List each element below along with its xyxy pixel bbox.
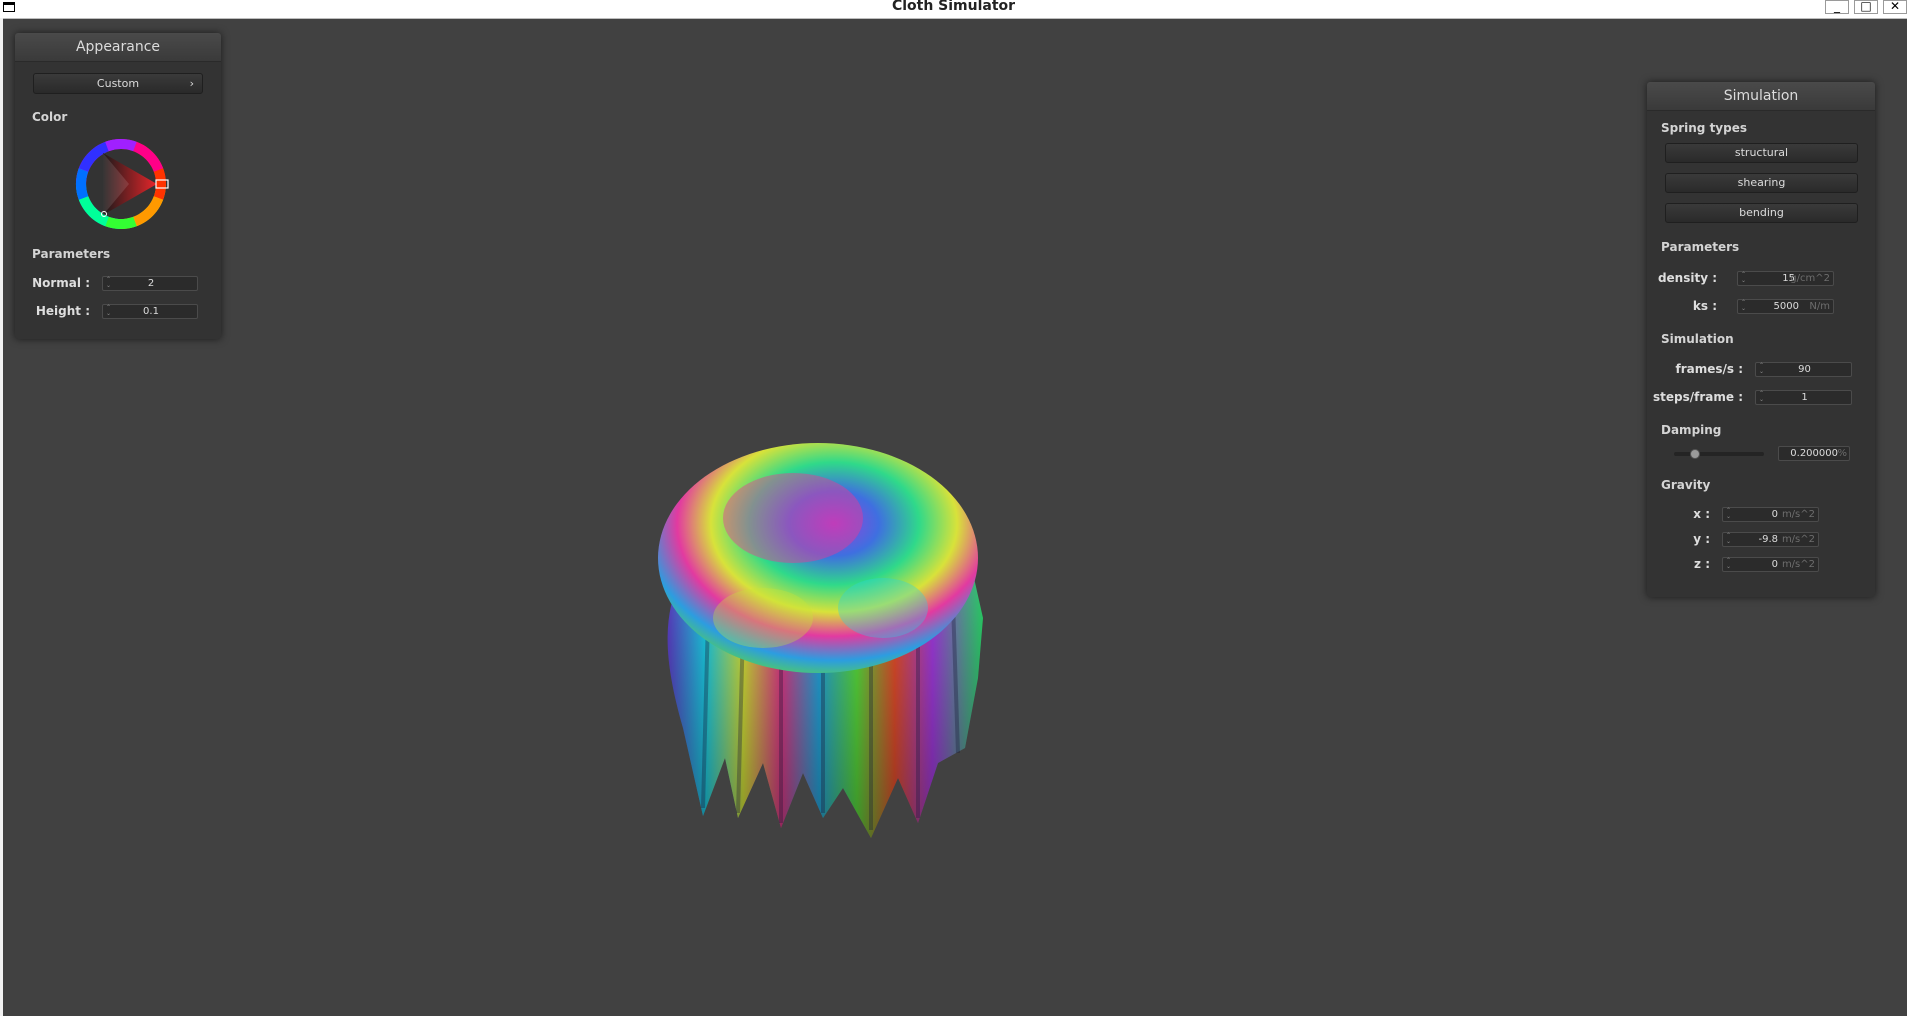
maximize-button[interactable]: □ — [1854, 0, 1878, 14]
height-label: Height : — [35, 304, 90, 318]
normal-input[interactable]: ⌃ ⌄ 2 — [102, 276, 198, 291]
structural-spring-button[interactable]: structural — [1665, 143, 1858, 163]
shearing-spring-button[interactable]: shearing — [1665, 173, 1858, 193]
gravity-section-label: Gravity — [1661, 478, 1711, 492]
gravity-y-input[interactable]: ⌃ ⌄ -9.8 m/s^2 — [1722, 532, 1819, 547]
damping-input[interactable]: 0.200000 % — [1778, 446, 1850, 461]
viewport-3d[interactable] — [3, 18, 1907, 1016]
color-wheel[interactable] — [73, 136, 169, 232]
damping-slider[interactable] — [1674, 449, 1764, 459]
shader-select-label: Custom — [96, 77, 140, 90]
simulation-panel-title[interactable]: Simulation — [1647, 82, 1875, 111]
ks-value: 5000 — [1773, 301, 1799, 312]
simulation-section-label: Simulation — [1661, 332, 1734, 346]
spin-arrows-icon[interactable]: ⌃ ⌄ — [1726, 508, 1731, 520]
bending-spring-button[interactable]: bending — [1665, 203, 1858, 223]
frames-per-second-value: 90 — [1798, 364, 1811, 375]
steps-per-frame-input[interactable]: ⌃ ⌄ 1 — [1755, 390, 1852, 405]
gravity-y-label: y : — [1693, 532, 1710, 546]
normal-label: Normal : — [32, 276, 90, 290]
damping-value: 0.200000 — [1790, 448, 1838, 459]
gravity-z-label: z : — [1694, 557, 1710, 571]
window-title-bar: Cloth Simulator _ □ ✕ — [0, 0, 1907, 19]
appearance-panel: Appearance Custom › Color Parameters Nor… — [15, 33, 221, 339]
height-input[interactable]: ⌃ ⌄ 0.1 — [102, 304, 198, 319]
spring-types-label: Spring types — [1661, 121, 1748, 135]
frames-per-second-label: frames/s : — [1675, 362, 1743, 376]
height-value: 0.1 — [143, 306, 159, 317]
cloth-mesh — [658, 443, 983, 838]
gravity-x-value: 0 — [1771, 509, 1778, 520]
ks-label: ks : — [1692, 299, 1717, 313]
damping-slider-handle[interactable] — [1690, 449, 1700, 459]
gravity-z-input[interactable]: ⌃ ⌄ 0 m/s^2 — [1722, 557, 1819, 572]
close-button[interactable]: ✕ — [1883, 0, 1907, 14]
damping-unit: % — [1837, 448, 1847, 459]
gravity-x-input[interactable]: ⌃ ⌄ 0 m/s^2 — [1722, 507, 1819, 522]
spin-arrows-icon[interactable]: ⌃ ⌄ — [1726, 533, 1731, 545]
spin-arrows-icon[interactable]: ⌃ ⌄ — [1741, 272, 1746, 284]
damping-section-label: Damping — [1661, 423, 1722, 437]
density-label: density : — [1657, 271, 1717, 285]
steps-per-frame-label: steps/frame : — [1653, 390, 1743, 404]
normal-value: 2 — [147, 278, 155, 289]
minimize-button[interactable]: _ — [1825, 0, 1849, 14]
gravity-z-unit: m/s^2 — [1781, 559, 1815, 570]
density-unit: g/cm^2 — [1790, 273, 1830, 284]
gravity-y-value: -9.8 — [1758, 534, 1778, 545]
gravity-z-value: 0 — [1771, 559, 1778, 570]
color-section-label: Color — [32, 110, 68, 124]
ks-input[interactable]: ⌃ ⌄ 5000 N/m — [1737, 299, 1834, 314]
density-input[interactable]: ⌃ ⌄ 15 g/cm^2 — [1737, 271, 1834, 286]
appearance-panel-title[interactable]: Appearance — [15, 33, 221, 62]
simulation-panel: Simulation Spring types structural shear… — [1647, 82, 1875, 597]
window-title: Cloth Simulator — [891, 0, 1016, 14]
shader-select-button[interactable]: Custom › — [33, 73, 203, 94]
damping-slider-track — [1674, 452, 1764, 456]
chevron-right-icon: › — [189, 77, 194, 90]
gravity-x-unit: m/s^2 — [1781, 509, 1815, 520]
ks-unit: N/m — [1809, 301, 1830, 312]
gravity-x-label: x : — [1693, 507, 1710, 521]
steps-per-frame-value: 1 — [1801, 392, 1808, 403]
spin-arrows-icon[interactable]: ⌃ ⌄ — [1726, 558, 1731, 570]
frames-per-second-input[interactable]: ⌃ ⌄ 90 — [1755, 362, 1852, 377]
parameters-section-label: Parameters — [1661, 240, 1740, 254]
gravity-y-unit: m/s^2 — [1781, 534, 1815, 545]
parameters-section-label: Parameters — [32, 247, 111, 261]
spin-arrows-icon[interactable]: ⌃ ⌄ — [1741, 300, 1746, 312]
